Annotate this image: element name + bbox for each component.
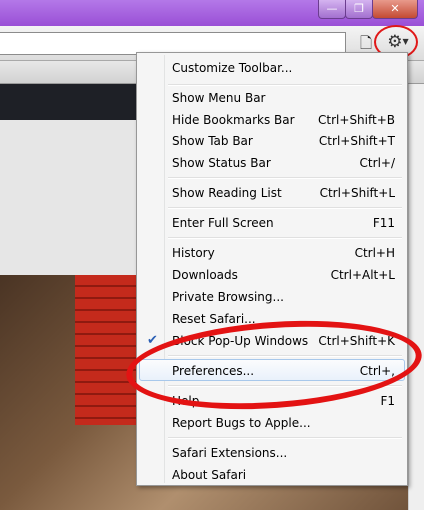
- menu-item-history[interactable]: History Ctrl+H: [139, 242, 405, 264]
- menu-item-show-reading-list[interactable]: Show Reading List Ctrl+Shift+L: [139, 182, 405, 204]
- menu-item-private-browsing[interactable]: Private Browsing...: [139, 286, 405, 308]
- minimize-button[interactable]: —: [318, 0, 346, 19]
- close-button[interactable]: ✕: [372, 0, 418, 19]
- menu-item-enter-full-screen[interactable]: Enter Full Screen F11: [139, 212, 405, 234]
- menu-item-label: Show Reading List: [172, 186, 282, 200]
- window-title-bar: — ❐ ✕: [0, 0, 424, 26]
- menu-item-shortcut: Ctrl+Shift+B: [318, 113, 395, 127]
- menu-separator: [168, 237, 402, 239]
- menu-item-safari-extensions[interactable]: Safari Extensions...: [139, 442, 405, 464]
- menu-item-label: Enter Full Screen: [172, 216, 274, 230]
- page-icon: 🗋: [359, 34, 373, 52]
- menu-item-label: Show Tab Bar: [172, 134, 253, 148]
- menu-item-label: Private Browsing...: [172, 290, 284, 304]
- menu-item-shortcut: Ctrl+Shift+L: [319, 186, 395, 200]
- menu-item-show-status-bar[interactable]: Show Status Bar Ctrl+/: [139, 152, 405, 174]
- menu-item-shortcut: F11: [372, 216, 395, 230]
- menu-separator: [168, 177, 402, 179]
- menu-item-show-tab-bar[interactable]: Show Tab Bar Ctrl+Shift+T: [139, 130, 405, 152]
- menu-item-shortcut: Ctrl+/: [359, 156, 395, 170]
- menu-separator: [168, 437, 402, 439]
- menu-item-label: History: [172, 246, 215, 260]
- menu-item-shortcut: Ctrl+Shift+T: [318, 134, 395, 148]
- page-scrollbar[interactable]: [408, 84, 424, 510]
- menu-separator: [168, 84, 402, 86]
- menu-item-show-menu-bar[interactable]: Show Menu Bar: [139, 87, 405, 109]
- menu-item-shortcut: F1: [380, 394, 395, 408]
- menu-item-label: Customize Toolbar...: [172, 61, 293, 75]
- menu-item-label: Show Status Bar: [172, 156, 271, 170]
- menu-item-label: Hide Bookmarks Bar: [172, 113, 295, 127]
- menu-item-customize-toolbar[interactable]: Customize Toolbar...: [139, 57, 405, 79]
- photo-red-object: [75, 275, 140, 425]
- page-menu-button[interactable]: 🗋: [356, 32, 376, 54]
- menu-item-shortcut: Ctrl+Alt+L: [330, 268, 395, 282]
- menu-item-label: Show Menu Bar: [172, 91, 266, 105]
- menu-item-hide-bookmarks-bar[interactable]: Hide Bookmarks Bar Ctrl+Shift+B: [139, 109, 405, 131]
- settings-dropdown-menu: Customize Toolbar... Show Menu Bar Hide …: [136, 52, 408, 486]
- menu-item-about-safari[interactable]: About Safari: [139, 464, 405, 486]
- menu-item-label: Report Bugs to Apple...: [172, 416, 311, 430]
- restore-button[interactable]: ❐: [345, 0, 373, 19]
- menu-item-label: About Safari: [172, 468, 247, 482]
- menu-item-label: Downloads: [172, 268, 238, 282]
- menu-item-shortcut: Ctrl+H: [354, 246, 395, 260]
- menu-item-label: Safari Extensions...: [172, 446, 288, 460]
- menu-item-report-bugs[interactable]: Report Bugs to Apple...: [139, 412, 405, 434]
- menu-item-downloads[interactable]: Downloads Ctrl+Alt+L: [139, 264, 405, 286]
- menu-separator: [168, 207, 402, 209]
